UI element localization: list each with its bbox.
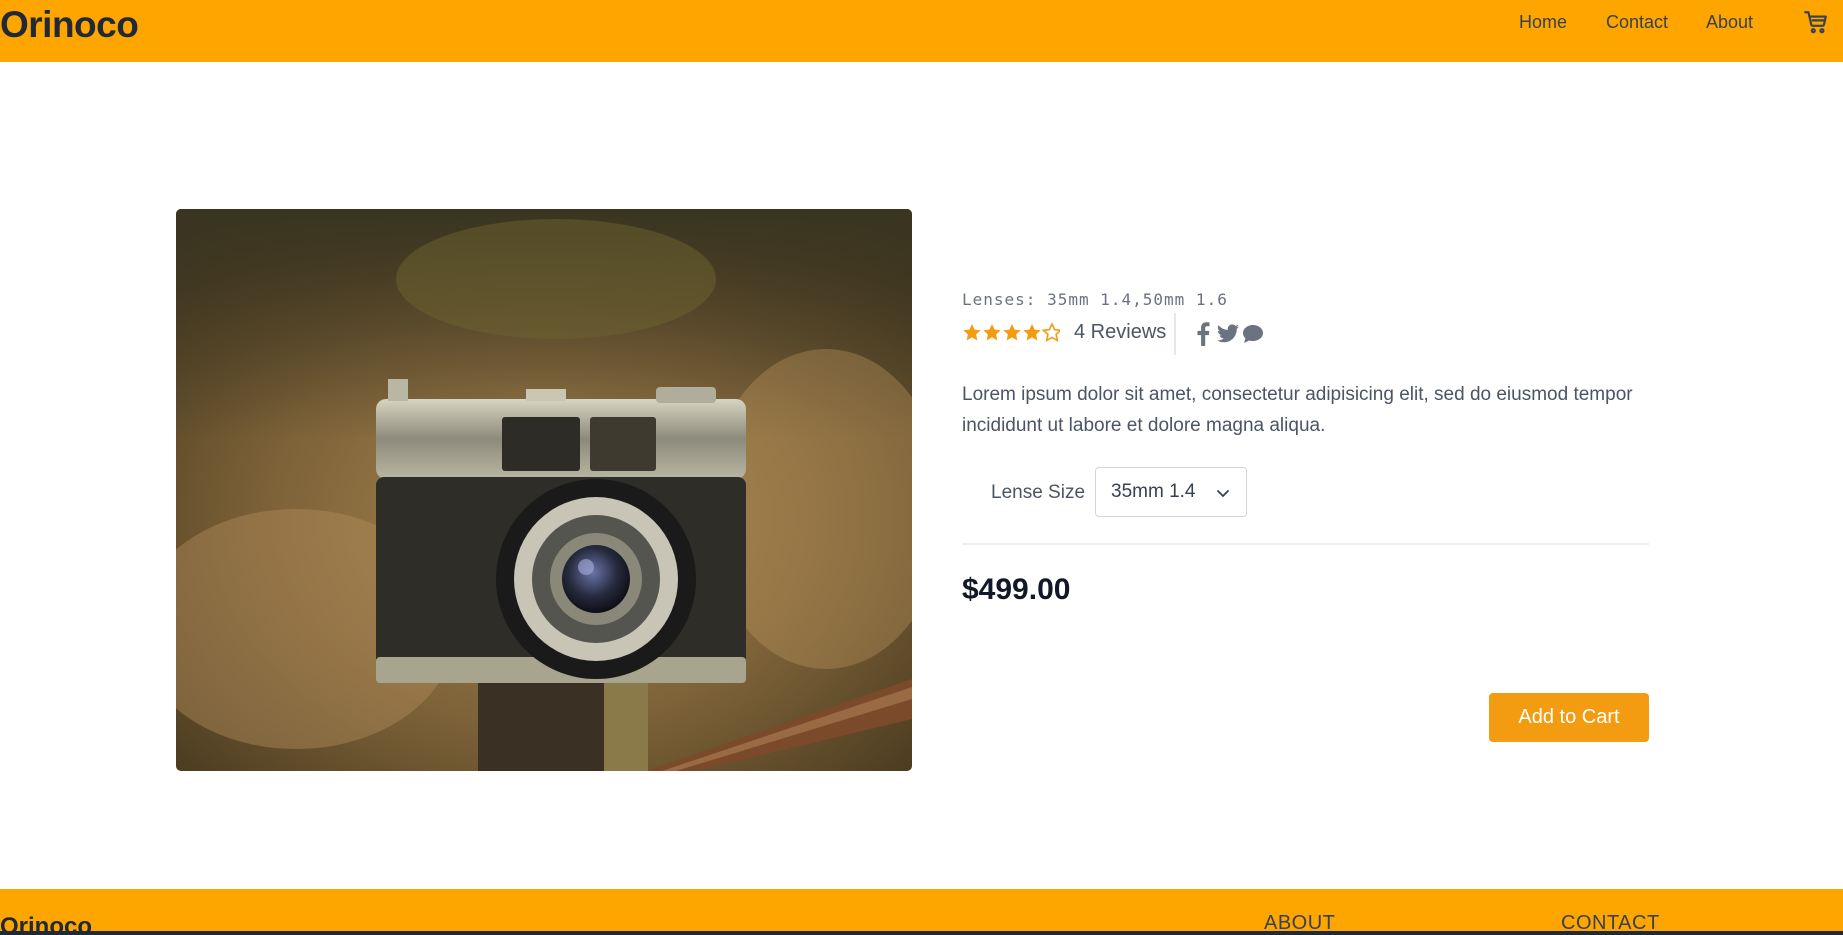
lens-size-value: 35mm 1.4 (1111, 481, 1196, 502)
star-icon (1023, 324, 1041, 341)
chevron-down-icon (1217, 490, 1229, 497)
top-navbar: Orinoco Home Contact About (0, 0, 1843, 62)
lens-size-select[interactable]: 35mm 1.4 (1095, 467, 1247, 517)
product-description: Lorem ipsum dolor sit amet, consectetur … (962, 384, 1633, 436)
twitter-icon[interactable] (1216, 322, 1240, 346)
nav-contact-link[interactable]: Contact (1606, 12, 1668, 34)
facebook-icon[interactable] (1196, 322, 1210, 346)
footer-bottom-bar (0, 931, 1843, 935)
star-icon (963, 324, 981, 341)
product-image (176, 209, 912, 771)
chat-icon[interactable] (1242, 322, 1264, 346)
rating-stars (963, 322, 1060, 342)
star-icon (983, 324, 1001, 341)
star-icon (1003, 324, 1021, 341)
star-outline-icon (1041, 322, 1060, 342)
lenses-info: Lenses: 35mm 1.4,50mm 1.6 (962, 290, 1228, 309)
section-divider (962, 543, 1649, 545)
brand-logo[interactable]: Orinoco (0, 4, 139, 46)
divider (1174, 313, 1176, 355)
add-to-cart-button[interactable]: Add to Cart (1489, 693, 1649, 742)
review-count[interactable]: 4 Reviews (1074, 321, 1166, 344)
product-price: $499.00 (962, 573, 1071, 606)
footer: Orinoco ABOUT CONTACT (0, 889, 1843, 935)
nav-home-link[interactable]: Home (1519, 12, 1567, 34)
cart-icon[interactable] (1803, 9, 1829, 35)
camera-photo (176, 209, 912, 771)
nav-about-link[interactable]: About (1706, 12, 1753, 34)
lens-size-label: Lense Size (991, 482, 1086, 503)
